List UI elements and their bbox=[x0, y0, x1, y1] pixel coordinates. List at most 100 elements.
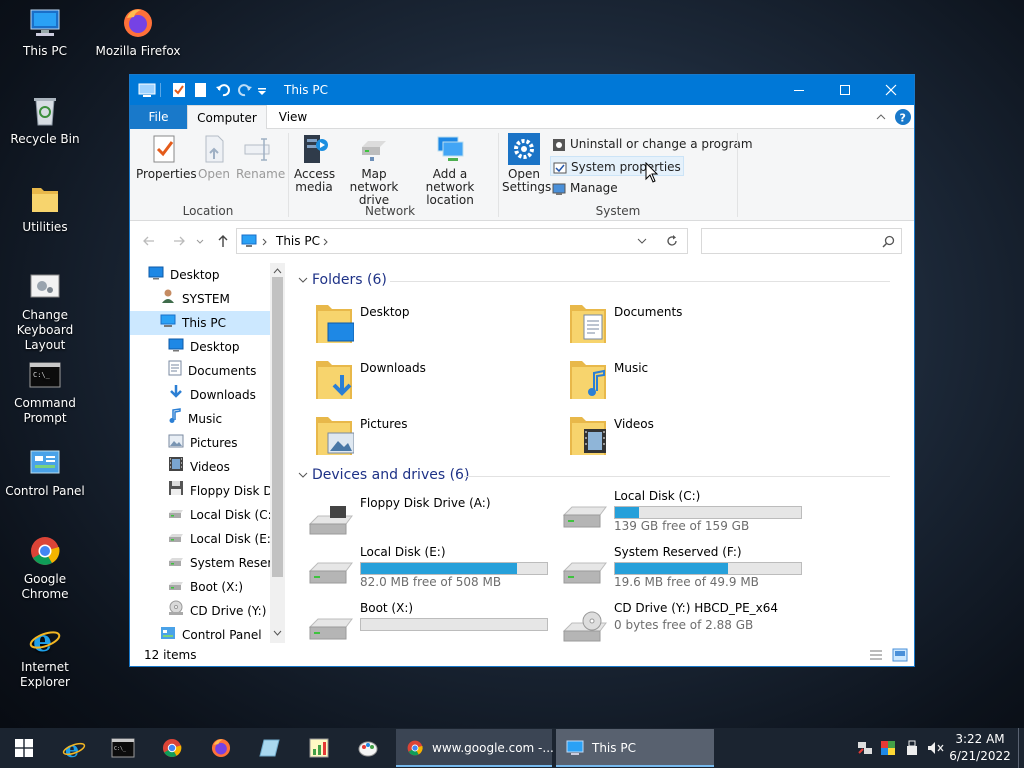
new-folder-icon[interactable] bbox=[192, 81, 210, 99]
forward-arrow-icon[interactable] bbox=[172, 234, 186, 248]
desktop-icon bbox=[168, 336, 184, 360]
search-input[interactable] bbox=[701, 228, 902, 254]
redo-icon[interactable] bbox=[236, 81, 254, 99]
tree-item[interactable]: Pictures bbox=[130, 431, 270, 455]
display-tray-icon[interactable] bbox=[880, 740, 896, 756]
network-tray-icon[interactable] bbox=[857, 741, 873, 755]
system-properties-button[interactable]: System properties bbox=[550, 156, 684, 176]
desktop-icon-recycle-bin[interactable]: Recycle Bin bbox=[0, 94, 90, 147]
breadcrumb-chevron-icon[interactable] bbox=[262, 238, 268, 246]
volume-muted-icon[interactable] bbox=[927, 741, 945, 755]
tree-item[interactable]: System Reserve bbox=[130, 551, 270, 575]
folder-item[interactable]: Downloads bbox=[314, 353, 554, 405]
open-button[interactable]: Open bbox=[194, 133, 234, 181]
tree-scroll-thumb[interactable] bbox=[272, 277, 283, 577]
title-bar[interactable]: This PC bbox=[130, 75, 914, 105]
desktop-icon-utilities[interactable]: Utilities bbox=[0, 182, 90, 235]
tree-scrollbar[interactable] bbox=[270, 263, 285, 643]
tree-item[interactable]: Local Disk (C:) bbox=[130, 503, 270, 527]
details-view-icon[interactable] bbox=[868, 648, 884, 662]
desktop-icon-firefox[interactable]: Mozilla Firefox bbox=[93, 6, 183, 59]
drive-item[interactable]: Floppy Disk Drive (A:) bbox=[308, 496, 558, 552]
access-media-button[interactable]: Access media bbox=[292, 133, 336, 194]
recent-locations-chevron-icon[interactable] bbox=[196, 238, 204, 246]
desktop-icon-control-panel[interactable]: Control Panel bbox=[0, 446, 90, 499]
taskbar-chrome[interactable] bbox=[148, 728, 196, 768]
help-icon[interactable]: ? bbox=[895, 109, 911, 125]
tab-view[interactable]: View bbox=[267, 105, 319, 129]
maximize-button[interactable] bbox=[822, 75, 868, 105]
desktop-icon-chrome[interactable]: Google Chrome bbox=[0, 534, 90, 602]
scroll-up-arrow-icon[interactable] bbox=[273, 267, 282, 274]
tree-item[interactable]: SYSTEM bbox=[130, 287, 270, 311]
folders-collapse-chevron-icon[interactable] bbox=[298, 277, 308, 285]
show-desktop-button[interactable] bbox=[1018, 728, 1024, 768]
drive-item[interactable]: Local Disk (C:) 139 GB free of 159 GB bbox=[562, 489, 812, 545]
tree-item[interactable]: Local Disk (E:) bbox=[130, 527, 270, 551]
folder-item[interactable]: Music bbox=[568, 353, 808, 405]
folder-item[interactable]: Pictures bbox=[314, 409, 554, 461]
collapse-ribbon-chevron-icon[interactable] bbox=[875, 111, 887, 123]
open-settings-button[interactable]: Open Settings bbox=[502, 133, 551, 194]
start-button[interactable] bbox=[0, 728, 48, 768]
manage-button[interactable]: Manage bbox=[550, 178, 620, 198]
tree-item[interactable]: Videos bbox=[130, 455, 270, 479]
tree-item[interactable]: Control Panel bbox=[130, 623, 270, 643]
ribbon-tabs: File Computer View ? bbox=[130, 105, 914, 130]
map-network-drive-button[interactable]: Map network drive bbox=[338, 133, 410, 207]
drives-collapse-chevron-icon[interactable] bbox=[298, 472, 308, 480]
folder-item[interactable]: Videos bbox=[568, 409, 808, 461]
desktop-icon-command-prompt[interactable]: C:\_ Command Prompt bbox=[0, 358, 90, 426]
taskbar-chart-app[interactable] bbox=[295, 728, 343, 768]
back-arrow-icon[interactable] bbox=[142, 234, 156, 248]
desktop-icon-this-pc[interactable]: This PC bbox=[0, 6, 90, 59]
folders-group-header[interactable]: Folders (6) bbox=[312, 272, 387, 288]
refresh-button[interactable] bbox=[656, 228, 688, 254]
tab-file[interactable]: File bbox=[130, 105, 187, 129]
tree-item[interactable]: Boot (X:) bbox=[130, 575, 270, 599]
breadcrumb-chevron-icon[interactable] bbox=[323, 238, 329, 246]
drive-item[interactable]: Boot (X:) bbox=[308, 601, 558, 643]
drive-item[interactable]: System Reserved (F:) 19.6 MB free of 49.9… bbox=[562, 545, 812, 601]
taskbar-internet-explorer[interactable]: e bbox=[50, 728, 98, 768]
drive-item[interactable]: CD Drive (Y:) HBCD_PE_x64 0 bytes free of… bbox=[562, 601, 812, 643]
tree-item[interactable]: This PC bbox=[130, 311, 270, 335]
drive-item[interactable]: Local Disk (E:) 82.0 MB free of 508 MB bbox=[308, 545, 558, 601]
taskbar-notepad[interactable] bbox=[246, 728, 294, 768]
undo-icon[interactable] bbox=[214, 81, 232, 99]
up-arrow-icon[interactable] bbox=[216, 234, 230, 248]
tree-item[interactable]: Downloads bbox=[130, 383, 270, 407]
clock[interactable]: 3:22 AM 6/21/2022 bbox=[948, 731, 1012, 765]
rename-button[interactable]: Rename bbox=[236, 133, 285, 181]
address-bar[interactable]: This PC bbox=[236, 228, 688, 254]
tree-item[interactable]: Documents bbox=[130, 359, 270, 383]
usb-tray-icon[interactable] bbox=[906, 740, 918, 756]
taskbar-firefox[interactable] bbox=[197, 728, 245, 768]
tree-item[interactable]: CD Drive (Y:) H bbox=[130, 599, 270, 623]
folder-item[interactable]: Documents bbox=[568, 297, 808, 349]
address-history-chevron-icon[interactable] bbox=[637, 238, 647, 246]
desktop-icon-keyboard-layout[interactable]: Change Keyboard Layout bbox=[0, 270, 90, 353]
large-icons-view-icon[interactable] bbox=[892, 648, 908, 662]
taskbar-paint[interactable] bbox=[344, 728, 392, 768]
properties-button[interactable]: Properties bbox=[136, 133, 197, 181]
drives-group-header[interactable]: Devices and drives (6) bbox=[312, 467, 469, 483]
customize-toolbar-chevron-icon[interactable] bbox=[256, 81, 268, 99]
breadcrumb-this-pc[interactable]: This PC bbox=[276, 234, 320, 248]
taskbar-command-prompt[interactable]: C:\_ bbox=[99, 728, 147, 768]
desktop-icon-internet-explorer[interactable]: e Internet Explorer bbox=[0, 622, 90, 690]
taskbar-task-this-pc[interactable]: This PC bbox=[556, 729, 714, 767]
tree-item[interactable]: Floppy Disk Dri bbox=[130, 479, 270, 503]
add-network-location-button[interactable]: Add a network location bbox=[412, 133, 488, 207]
tree-item[interactable]: Desktop bbox=[130, 335, 270, 359]
taskbar-task-chrome[interactable]: www.google.com -... bbox=[396, 729, 554, 767]
uninstall-program-button[interactable]: Uninstall or change a program bbox=[550, 134, 755, 154]
tree-item[interactable]: Music bbox=[130, 407, 270, 431]
properties-check-icon[interactable] bbox=[170, 81, 188, 99]
scroll-down-arrow-icon[interactable] bbox=[273, 630, 282, 637]
tab-computer[interactable]: Computer bbox=[187, 105, 267, 130]
close-button[interactable] bbox=[868, 75, 914, 105]
minimize-button[interactable] bbox=[776, 75, 822, 105]
folder-item[interactable]: Desktop bbox=[314, 297, 554, 349]
tree-item[interactable]: Desktop bbox=[130, 263, 270, 287]
